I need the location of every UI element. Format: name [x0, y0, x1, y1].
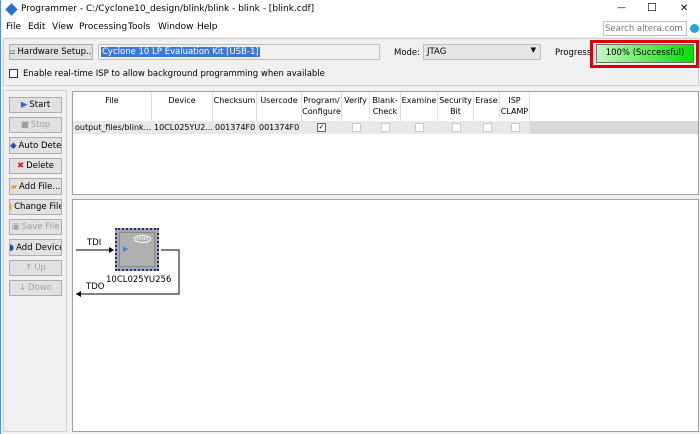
add-device-icon: ●: [10, 243, 14, 253]
verify-checkbox[interactable]: [352, 123, 361, 132]
delete-button[interactable]: ✖ Delete: [9, 158, 62, 174]
mode-select[interactable]: JTAG ▼: [423, 44, 541, 60]
start-button[interactable]: ▶ Start: [9, 97, 62, 113]
erase-checkbox[interactable]: [483, 123, 492, 132]
change-file-button[interactable]: ▮Change File: [9, 199, 62, 215]
auto-detect-button[interactable]: ◆Auto Detect: [9, 137, 62, 154]
mode-label: Mode:: [394, 48, 421, 58]
menu-view[interactable]: View: [52, 22, 73, 32]
search-input[interactable]: [603, 21, 687, 36]
hardware-setup-button[interactable]: ⚍Hardware Setup...: [9, 44, 93, 60]
auto-detect-icon: ◆: [10, 140, 17, 151]
add-file-button[interactable]: ▰ Add File...: [9, 178, 62, 195]
examine-checkbox[interactable]: [415, 123, 424, 132]
menu-bar: File Edit View Processing Tools Window H…: [1, 20, 700, 37]
up-icon: ↑: [25, 263, 33, 273]
app-icon: [5, 3, 18, 16]
menu-help[interactable]: Help: [197, 22, 218, 32]
side-toolbar: ▶Start ■Stop ◆Auto Detect ✖Delete ▰Add F…: [3, 90, 67, 432]
start-icon: ▶: [20, 100, 28, 110]
menu-file[interactable]: File: [6, 22, 21, 32]
toolbar-panel: ⚍Hardware Setup... Cyclone 10 LP Evaluat…: [3, 38, 699, 86]
device-chip[interactable]: intel ▶: [115, 228, 159, 271]
tdo-arrow-icon: [76, 291, 81, 297]
blank-check-checkbox[interactable]: [381, 123, 390, 132]
jtag-chain-lines: [76, 247, 180, 297]
menu-processing[interactable]: Processing: [79, 22, 127, 32]
table-row[interactable]: output_files/blink... 10CL025YU2... 0013…: [73, 92, 698, 134]
tdo-label: TDO: [86, 282, 105, 292]
up-button[interactable]: ↑ Up: [9, 260, 62, 276]
folder-icon: ▰: [10, 181, 18, 192]
tdi-label: TDI: [87, 238, 102, 248]
menu-window[interactable]: Window: [158, 22, 194, 32]
hardware-icon: ⚍: [10, 47, 16, 57]
play-icon: ▶: [123, 245, 129, 253]
progress-label: Progress:: [555, 48, 595, 58]
menu-tools[interactable]: Tools: [128, 22, 150, 32]
stop-icon: ■: [20, 120, 29, 130]
chevron-down-icon: ▼: [530, 46, 536, 54]
chain-diagram: TDI TDO intel ▶ 10CL025YU256: [72, 199, 699, 432]
security-bit-checkbox[interactable]: [452, 123, 461, 132]
cell-checksum: 001374F0: [215, 123, 256, 132]
maximize-button[interactable]: ☐: [647, 1, 657, 14]
save-file-button[interactable]: ▣ Save File: [9, 219, 62, 235]
menu-edit[interactable]: Edit: [28, 22, 45, 32]
save-icon: ▣: [11, 222, 20, 232]
title-bar: Programmer - C:/Cyclone10_design/blink/b…: [1, 0, 700, 20]
down-button[interactable]: ↓ Down: [9, 280, 62, 296]
globe-icon[interactable]: [690, 24, 699, 33]
isp-checkbox[interactable]: [9, 69, 18, 78]
window-title: Programmer - C:/Cyclone10_design/blink/b…: [21, 4, 315, 14]
cell-usercode: 001374F0: [259, 123, 300, 132]
delete-icon: ✖: [16, 161, 25, 171]
down-icon: ↓: [18, 283, 27, 293]
isp-clamp-checkbox[interactable]: [511, 123, 520, 132]
close-button[interactable]: ✕: [680, 3, 688, 14]
intel-logo: intel: [134, 235, 151, 243]
device-table: File Device Checksum Usercode Program/ C…: [72, 91, 699, 195]
stop-button[interactable]: ■ Stop: [9, 117, 62, 133]
progress-bar: 100% (Successful): [596, 44, 694, 63]
add-device-button[interactable]: ●Add Device: [9, 239, 62, 256]
isp-label: Enable real-time ISP to allow background…: [23, 69, 325, 79]
minimize-button[interactable]: —: [617, 3, 626, 13]
tdi-arrow-icon: [109, 247, 114, 253]
cell-file: output_files/blink...: [75, 123, 152, 132]
program-checkbox[interactable]: ✓: [317, 123, 326, 132]
change-file-icon: ▮: [10, 202, 12, 212]
hardware-field[interactable]: Cyclone 10 LP Evaluation Kit [USB-1]: [98, 44, 380, 60]
device-label: 10CL025YU256: [106, 275, 172, 285]
cell-device: 10CL025YU2...: [154, 123, 213, 132]
